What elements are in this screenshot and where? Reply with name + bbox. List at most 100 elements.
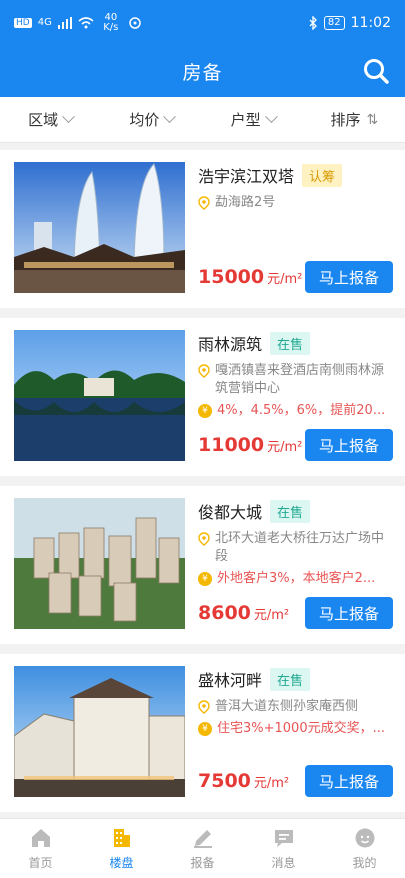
report-button[interactable]: 马上报备: [305, 765, 393, 797]
tab-report-label: 报备: [190, 856, 215, 870]
listing-promo-text: 4%，4.5%，6%，提前20...: [217, 403, 386, 418]
listing-address-text: 北环大道老大桥往万达广场中段: [215, 531, 385, 564]
home-icon: [31, 829, 50, 847]
location-pin-icon: [198, 196, 210, 210]
title-bar: 房备: [0, 46, 405, 97]
price-unit: 元/m²: [267, 440, 303, 455]
listing-name: 盛林河畔: [198, 671, 263, 690]
listing-price: 11000 元/m²: [198, 434, 302, 456]
chevron-down-icon: [62, 110, 75, 124]
profile-icon: [355, 828, 374, 848]
coin-icon: ¥: [198, 722, 212, 736]
filter-layout-label: 户型: [230, 111, 261, 129]
tab-profile-label: 我的: [352, 856, 377, 870]
status-right: 82 11:02: [308, 15, 391, 31]
tab-profile[interactable]: 我的: [324, 819, 405, 878]
listing-address-text: 普洱大道东侧孙家庵西侧: [215, 699, 359, 714]
status-bar: HD 4G 40 K/s 82 11:02: [0, 0, 405, 46]
listing-photo: [14, 330, 185, 461]
price-unit: 元/m²: [253, 776, 290, 791]
tab-buildings-label: 楼盘: [109, 856, 134, 870]
filter-sort[interactable]: 排序 ⇅: [304, 109, 405, 130]
tab-messages-label: 消息: [271, 856, 296, 870]
status-badge: 认筹: [302, 163, 343, 187]
listing-promo: ¥ 住宅3%+1000元成交奖，...: [198, 720, 393, 738]
listing-name: 浩宇滨江双塔: [198, 167, 295, 186]
listing-promo-text: 住宅3%+1000元成交奖，...: [217, 721, 385, 736]
price-value: 15000: [198, 266, 265, 288]
filter-sort-label: 排序: [330, 111, 361, 129]
listing-promo: ¥ 外地客户3%，本地客户2...: [198, 570, 393, 588]
tab-home-label: 首页: [28, 856, 53, 870]
listing-promo: ¥ 4%，4.5%，6%，提前20...: [198, 402, 393, 420]
listing-address: 勐海路2号: [198, 194, 393, 212]
tab-messages[interactable]: 消息: [243, 819, 324, 878]
listing-address: 北环大道老大桥往万达广场中段: [198, 530, 393, 566]
listing-price: 7500 元/m²: [198, 770, 289, 792]
listing-card[interactable]: 盛林河畔 在售 普洱大道东侧孙家庵西侧 ¥ 住宅3%+1000元成交奖，... …: [0, 654, 405, 812]
location-pin-icon: [198, 532, 210, 546]
pen-icon: [193, 830, 212, 848]
tab-report[interactable]: 报备: [162, 819, 243, 878]
building-icon: [113, 829, 130, 847]
listing-address: 普洱大道东侧孙家庵西侧: [198, 698, 393, 716]
status-badge: 在售: [270, 499, 311, 523]
battery-level: 82: [323, 16, 345, 30]
bottom-tab-bar: 首页 楼盘 报备 消息 我的: [0, 818, 405, 878]
tab-home[interactable]: 首页: [0, 819, 81, 878]
search-icon[interactable]: [361, 56, 391, 86]
sort-icon: ⇅: [366, 111, 379, 128]
listing-address: 嘎洒镇喜来登酒店南侧雨林源筑营销中心: [198, 362, 393, 398]
report-button[interactable]: 马上报备: [305, 597, 393, 629]
listing-card[interactable]: 浩宇滨江双塔 认筹 勐海路2号 15000 元/m² 马上报备: [0, 150, 405, 308]
listing-price: 8600 元/m²: [198, 602, 289, 624]
network-type: 4G: [37, 17, 52, 28]
message-icon: [274, 830, 293, 847]
coin-icon: ¥: [198, 572, 212, 586]
listing-name: 俊都大城: [198, 503, 263, 522]
page-title: 房备: [182, 62, 223, 84]
listing-info: 盛林河畔 在售 普洱大道东侧孙家庵西侧 ¥ 住宅3%+1000元成交奖，... …: [198, 666, 393, 798]
listing-card[interactable]: 俊都大城 在售 北环大道老大桥往万达广场中段 ¥ 外地客户3%，本地客户2...…: [0, 486, 405, 644]
filter-bar: 区域 均价 户型 排序 ⇅: [0, 97, 405, 143]
filter-avg-price[interactable]: 均价: [101, 109, 202, 130]
listing-card[interactable]: 雨林源筑 在售 嘎洒镇喜来登酒店南侧雨林源筑营销中心 ¥ 4%，4.5%，6%，…: [0, 318, 405, 476]
status-badge: 在售: [270, 331, 311, 355]
tab-buildings[interactable]: 楼盘: [81, 819, 162, 878]
report-button[interactable]: 马上报备: [305, 261, 393, 293]
signal-icon: [57, 17, 72, 29]
price-unit: 元/m²: [267, 272, 303, 287]
status-left: HD 4G 40 K/s: [14, 13, 308, 33]
location-pin-icon: [198, 364, 210, 378]
status-badge: 在售: [270, 667, 311, 691]
clock: 11:02: [350, 15, 391, 31]
bluetooth-icon: [309, 16, 317, 30]
chevron-down-icon: [264, 110, 278, 124]
price-value: 7500: [198, 770, 251, 792]
price-unit: 元/m²: [253, 608, 290, 623]
listing-name: 雨林源筑: [198, 335, 263, 354]
listing-photo: [14, 498, 185, 629]
network-speed: 40 K/s: [103, 12, 119, 33]
filter-avg-price-label: 均价: [129, 111, 160, 129]
filter-layout[interactable]: 户型: [203, 109, 304, 130]
location-pin-icon: [198, 700, 210, 714]
chevron-down-icon: [163, 110, 177, 124]
report-button[interactable]: 马上报备: [305, 429, 393, 461]
listing-promo-text: 外地客户3%，本地客户2...: [217, 571, 376, 586]
price-value: 11000: [198, 434, 265, 456]
listing-address-text: 勐海路2号: [215, 195, 276, 210]
top-bar: HD 4G 40 K/s 82 11:02 房备: [0, 0, 405, 97]
listing-info: 俊都大城 在售 北环大道老大桥往万达广场中段 ¥ 外地客户3%，本地客户2...…: [198, 498, 393, 630]
filter-region-label: 区域: [28, 111, 59, 129]
listing-price: 15000 元/m²: [198, 266, 302, 288]
listing-photo: [14, 162, 185, 293]
listing-photo: [14, 666, 185, 797]
hd-indicator: HD: [14, 18, 32, 28]
listing-address-text: 嘎洒镇喜来登酒店南侧雨林源筑营销中心: [215, 363, 385, 396]
coin-icon: ¥: [198, 404, 212, 418]
filter-region[interactable]: 区域: [0, 109, 101, 130]
wifi-icon: [78, 17, 94, 29]
listing-info: 雨林源筑 在售 嘎洒镇喜来登酒店南侧雨林源筑营销中心 ¥ 4%，4.5%，6%，…: [198, 330, 393, 462]
sync-icon: [129, 17, 141, 29]
